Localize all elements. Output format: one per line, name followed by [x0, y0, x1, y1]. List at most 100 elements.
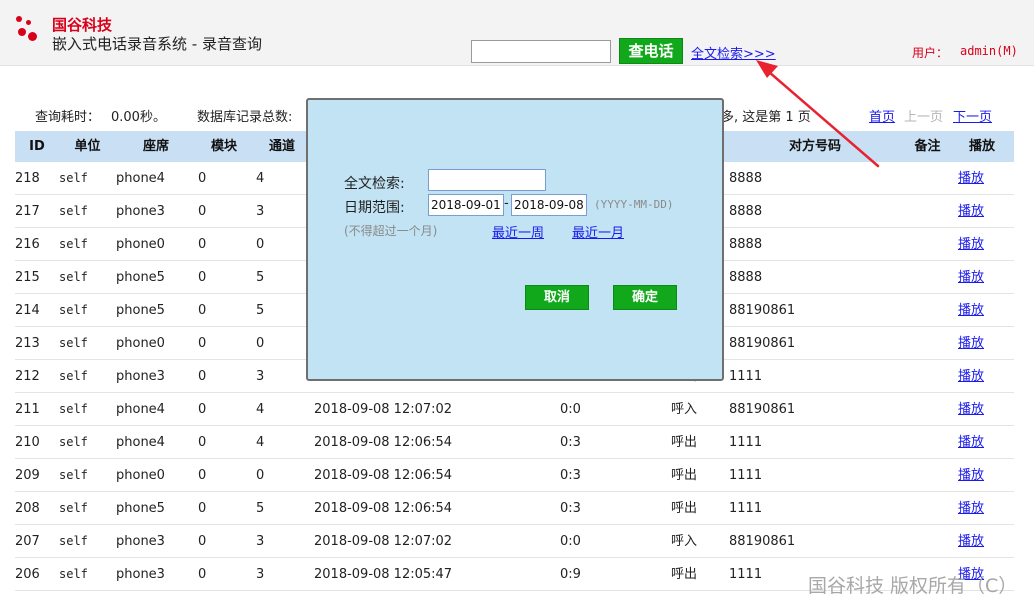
- cell-channel: 0: [256, 237, 265, 252]
- cell-channel: 3: [256, 204, 265, 219]
- cell-module: 0: [198, 468, 207, 483]
- phone-search-input[interactable]: [471, 40, 611, 63]
- fulltext-input[interactable]: [428, 169, 546, 191]
- cell-module: 0: [198, 534, 207, 549]
- table-row: 207 self phone3 0 3 2018-09-08 12:07:02 0:0 呼入 8…: [15, 525, 1014, 558]
- system-title: 嵌入式电话录音系统 - 录音查询: [52, 35, 262, 53]
- cell-time: 2018-09-08 12:06:54: [314, 501, 453, 516]
- cell-id: 213: [15, 336, 40, 351]
- cell-module: 0: [198, 435, 207, 450]
- play-link[interactable]: 播放: [958, 492, 984, 525]
- cell-seat: phone5: [116, 501, 165, 516]
- prev-page-link: 上一页: [904, 110, 944, 125]
- play-link[interactable]: 播放: [958, 228, 984, 261]
- play-link[interactable]: 播放: [958, 294, 984, 327]
- cell-direction: 呼入: [671, 402, 698, 417]
- cell-duration: 0:3: [560, 501, 581, 516]
- table-row: 210 self phone4 0 4 2018-09-08 12:06:54 0:3 呼出 1…: [15, 426, 1014, 459]
- play-link[interactable]: 播放: [958, 360, 984, 393]
- cell-number: 1111: [729, 369, 763, 384]
- play-link[interactable]: 播放: [958, 327, 984, 360]
- cell-channel: 5: [256, 501, 265, 516]
- cell-unit: self: [59, 402, 88, 416]
- cell-channel: 3: [256, 534, 265, 549]
- cell-seat: phone4: [116, 435, 165, 450]
- cell-seat: phone0: [116, 237, 165, 252]
- confirm-button[interactable]: 确定: [613, 285, 677, 310]
- cell-module: 0: [198, 567, 207, 582]
- column-header-module: 模块: [210, 139, 237, 154]
- play-link[interactable]: 播放: [958, 459, 984, 492]
- cell-duration: 0:0: [560, 402, 581, 417]
- last-month-link[interactable]: 最近一月: [572, 222, 624, 241]
- cell-number: 1111: [729, 501, 763, 516]
- cell-module: 0: [198, 402, 207, 417]
- cell-unit: self: [59, 336, 88, 350]
- column-header-remark: 备注: [914, 139, 941, 154]
- play-link[interactable]: 播放: [958, 162, 984, 195]
- cell-id: 211: [15, 402, 40, 417]
- cell-direction: 呼出: [671, 435, 698, 450]
- query-time-value: 0.00秒。: [111, 110, 166, 125]
- cell-id: 214: [15, 303, 40, 318]
- play-link[interactable]: 播放: [958, 393, 984, 426]
- cell-seat: phone0: [116, 468, 165, 483]
- cell-direction: 呼出: [671, 567, 698, 582]
- column-header-play: 播放: [968, 139, 995, 154]
- cell-number: 1111: [729, 567, 763, 582]
- cell-time: 2018-09-08 12:06:54: [314, 468, 453, 483]
- cell-id: 212: [15, 369, 40, 384]
- fulltext-label: 全文检索:: [344, 176, 405, 192]
- date-to-input[interactable]: [511, 194, 587, 216]
- column-header-id: ID: [29, 139, 45, 154]
- cell-unit: self: [59, 501, 88, 515]
- fulltext-search-dialog: 全文检索: 日期范围: - (YYYY-MM-DD) (不得超过一个月) 最近一…: [306, 98, 724, 381]
- play-link[interactable]: 播放: [958, 261, 984, 294]
- cell-number: 8888: [729, 204, 763, 219]
- cell-id: 208: [15, 501, 40, 516]
- column-header-seat: 座席: [142, 139, 169, 154]
- cell-direction: 呼出: [671, 501, 698, 516]
- play-link[interactable]: 播放: [958, 525, 984, 558]
- cell-unit: self: [59, 303, 88, 317]
- column-header-channel: 通道: [268, 139, 295, 154]
- cell-direction: 呼出: [671, 468, 698, 483]
- last-week-link[interactable]: 最近一周: [492, 222, 544, 241]
- cell-seat: phone3: [116, 369, 165, 384]
- cell-direction: 呼入: [671, 534, 698, 549]
- table-row: 211 self phone4 0 4 2018-09-08 12:07:02 0:0 呼入 8…: [15, 393, 1014, 426]
- cell-channel: 0: [256, 468, 265, 483]
- cell-module: 0: [198, 369, 207, 384]
- next-page-link[interactable]: 下一页: [953, 106, 992, 125]
- brand-name: 国谷科技: [52, 16, 113, 34]
- search-phone-button[interactable]: 查电话: [619, 38, 683, 64]
- date-limit-hint: (不得超过一个月): [344, 224, 438, 238]
- cell-number: 88190861: [729, 402, 796, 417]
- user-name: admin(M): [960, 44, 1018, 58]
- cell-unit: self: [59, 270, 88, 284]
- copyright-watermark: 国谷科技 版权所有（C）: [808, 575, 1018, 597]
- date-format-hint: (YYYY-MM-DD): [594, 198, 674, 211]
- cell-id: 218: [15, 171, 40, 186]
- cell-seat: phone5: [116, 303, 165, 318]
- cell-channel: 5: [256, 270, 265, 285]
- cancel-button[interactable]: 取消: [525, 285, 589, 310]
- cell-duration: 0:3: [560, 435, 581, 450]
- cell-duration: 0:0: [560, 534, 581, 549]
- query-time-label: 查询耗时：: [35, 110, 101, 125]
- cell-id: 216: [15, 237, 40, 252]
- date-from-input[interactable]: [428, 194, 504, 216]
- cell-time: 2018-09-08 12:05:47: [314, 567, 453, 582]
- cell-channel: 4: [256, 171, 265, 186]
- cell-id: 209: [15, 468, 40, 483]
- cell-seat: phone3: [116, 204, 165, 219]
- play-link[interactable]: 播放: [958, 195, 984, 228]
- cell-number: 88190861: [729, 336, 796, 351]
- cell-unit: self: [59, 435, 88, 449]
- play-link[interactable]: 播放: [958, 426, 984, 459]
- logo-icon: [16, 16, 50, 50]
- cell-unit: self: [59, 204, 88, 218]
- red-arrow-annotation: [756, 60, 880, 168]
- cell-unit: self: [59, 369, 88, 383]
- total-records-label: 数据库记录总数:: [197, 110, 293, 125]
